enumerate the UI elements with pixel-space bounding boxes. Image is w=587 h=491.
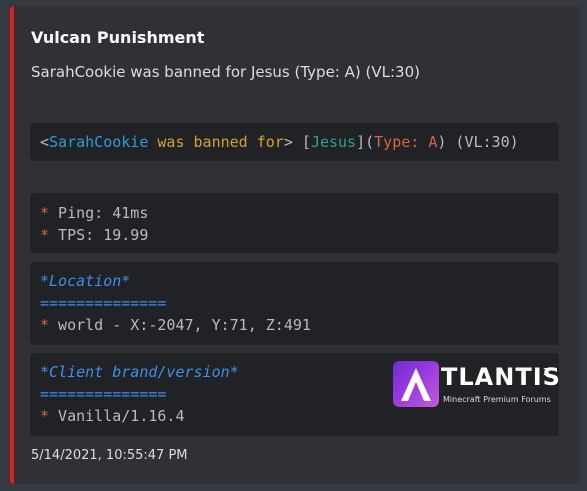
- code-block-stats: * Ping: 41ms * TPS: 19.99: [30, 193, 559, 253]
- type-label: Type: A: [374, 133, 438, 151]
- location-line: * world - X:-2047, Y:71, Z:491: [40, 314, 559, 336]
- check-close-bracket: ]: [356, 133, 366, 151]
- ban-player-name: SarahCookie: [49, 133, 149, 151]
- tps-text: TPS: 19.99: [49, 226, 149, 244]
- ban-word-banned: banned: [184, 133, 248, 151]
- location-heading: *Location*: [40, 272, 131, 290]
- bullet-marker: *: [40, 226, 50, 244]
- atlantis-logo-icon: [393, 361, 439, 407]
- bullet-marker: *: [40, 316, 50, 334]
- client-value: Vanilla/1.16.4: [49, 407, 185, 425]
- embed-card: Vulcan Punishment SarahCookie was banned…: [10, 6, 580, 484]
- atlantis-watermark: TLANTIS 2 Minecraft Premium Forums: [393, 361, 573, 409]
- tps-line: * TPS: 19.99: [40, 224, 559, 246]
- watermark-subtitle: Minecraft Premium Forums: [443, 395, 551, 404]
- check-open-bracket: [: [301, 133, 311, 151]
- location-divider: ==============: [40, 294, 167, 312]
- check-name: Jesus: [310, 133, 357, 151]
- code-block-ban: <SarahCookie was banned for> [Jesus](Typ…: [30, 123, 559, 161]
- bullet-marker: *: [40, 204, 50, 222]
- ban-word-for: for: [247, 133, 284, 151]
- atlantis-a-icon: [401, 368, 431, 401]
- type-open-paren: (: [365, 133, 375, 151]
- ban-word-was: was: [148, 133, 185, 151]
- ping-text: Ping: 41ms: [49, 204, 149, 222]
- watermark-superscript: 2: [543, 367, 550, 378]
- location-value: world - X:-2047, Y:71, Z:491: [49, 316, 311, 334]
- bullet-marker: *: [40, 407, 50, 425]
- ban-close-bracket: >: [283, 133, 302, 151]
- embed-description: SarahCookie was banned for Jesus (Type: …: [31, 63, 420, 81]
- code-block-location: *Location* ============== * world - X:-204…: [30, 262, 559, 345]
- ban-open-bracket: <: [40, 133, 50, 151]
- ping-line: * Ping: 41ms: [40, 202, 559, 224]
- violation-level: (VL:30): [446, 133, 519, 151]
- embed-timestamp: 5/14/2021, 10:55:47 PM: [31, 448, 188, 463]
- embed-title: Vulcan Punishment: [31, 28, 205, 47]
- embed-accent-bar: [10, 6, 14, 484]
